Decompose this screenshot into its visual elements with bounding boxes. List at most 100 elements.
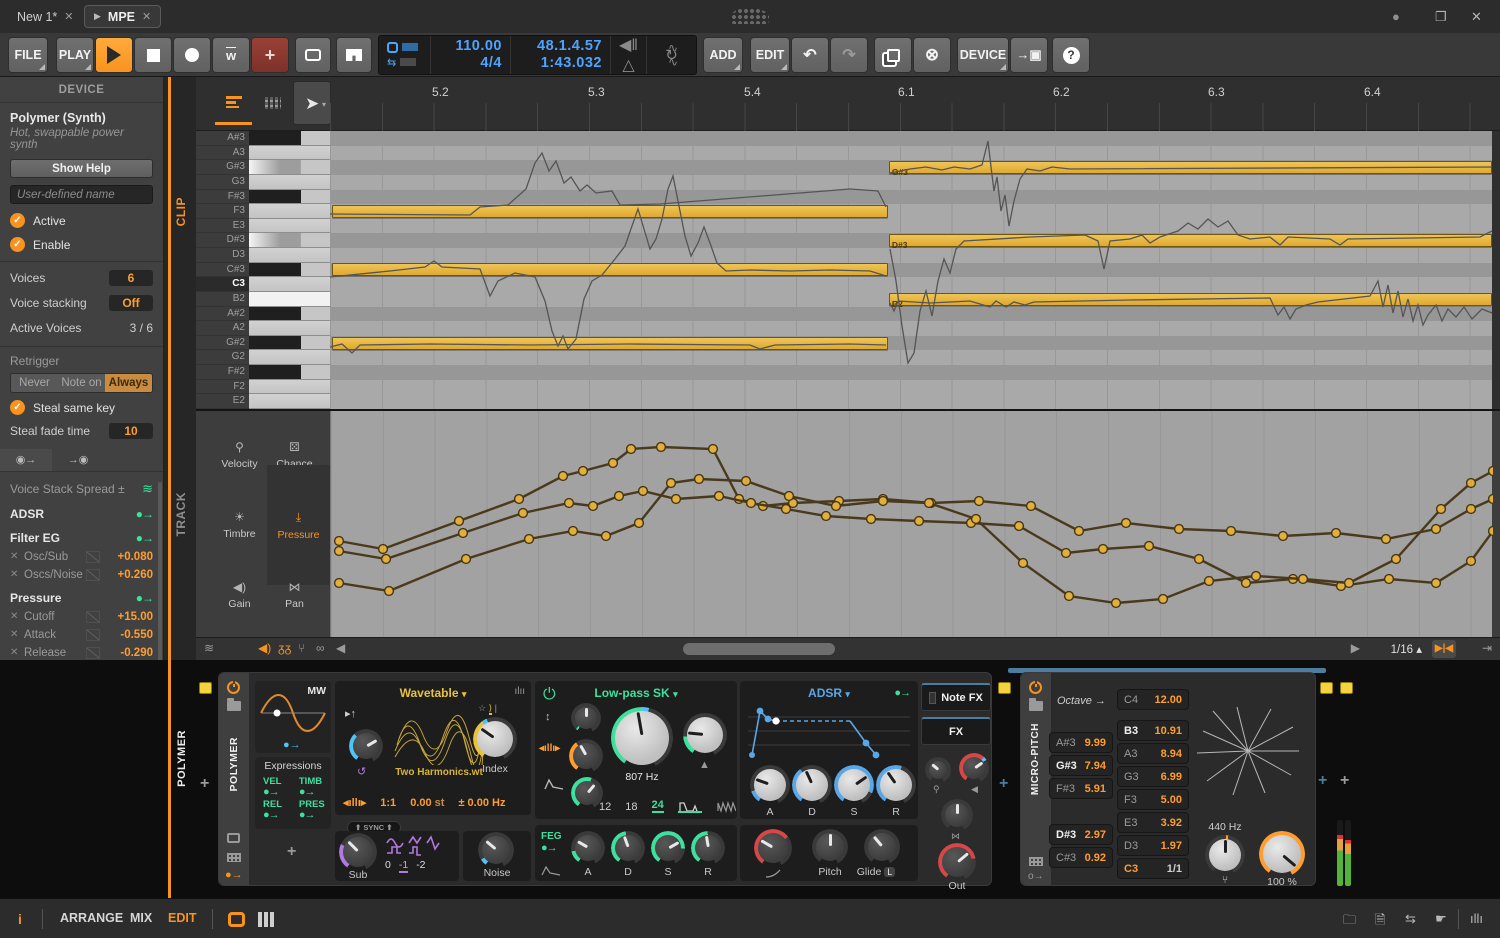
mod-amount-value[interactable]: +0.260 — [105, 569, 153, 581]
sub-octave-selector[interactable]: 0 -1 -2 — [385, 859, 426, 873]
pitch-entry-C3[interactable]: C31/1 — [1117, 858, 1189, 879]
mix-knob[interactable] — [1259, 831, 1305, 877]
pointer-tool-button[interactable]: ➤▾ — [293, 81, 331, 125]
session-indicator-icon[interactable]: ● — [1392, 9, 1400, 24]
slope-icon-2[interactable] — [716, 801, 736, 813]
track-mode-tab[interactable]: TRACK — [174, 492, 188, 537]
expression-mod-timb[interactable]: TIMB●→ — [299, 777, 325, 798]
metronome-icon[interactable]: △ — [622, 55, 634, 75]
curve-icon[interactable] — [86, 569, 100, 581]
piano-key-row[interactable]: C3 — [196, 277, 330, 292]
power-icon[interactable] — [227, 681, 240, 694]
clip-launcher-record-button[interactable] — [295, 37, 331, 73]
env-s-knob[interactable] — [834, 765, 874, 805]
single-panel-layout-button[interactable] — [228, 912, 245, 927]
piano-key[interactable] — [249, 321, 330, 336]
note-fx-button[interactable]: Note FX — [921, 683, 991, 711]
play-menu-button[interactable]: PLAY — [56, 37, 94, 73]
edit-menu-button[interactable]: EDIT — [750, 37, 790, 73]
filter-keytrack-icon[interactable]: ◂ıllı▸ — [539, 743, 560, 754]
insert-device-button[interactable]: →▣ — [1010, 37, 1048, 73]
glide-sync-badge[interactable]: L — [884, 867, 895, 877]
index-knob[interactable] — [473, 717, 517, 761]
piano-key-row[interactable]: A#2 — [196, 307, 330, 322]
pan-lane-button[interactable]: ⋈Pan — [267, 569, 322, 621]
pitch-entry-C4[interactable]: C412.00 — [1117, 689, 1189, 710]
edit-view-tab[interactable]: EDIT — [168, 911, 196, 925]
piano-key[interactable] — [249, 277, 330, 292]
steal-same-key-checkbox[interactable]: ✓Steal same key — [10, 400, 153, 415]
track-name-label[interactable]: POLYMER — [176, 730, 188, 787]
file-menu-button[interactable]: FILE — [8, 37, 48, 73]
piano-key-row[interactable]: D#3 — [196, 233, 330, 248]
enable-checkbox[interactable]: ✓Enable — [10, 237, 153, 252]
pitch-glide-panel[interactable]: Pitch Glide L — [740, 825, 918, 881]
unison-icon[interactable]: ılıı — [514, 686, 525, 697]
redo-button[interactable]: ↷ — [830, 37, 868, 73]
pitch-entry-B3[interactable]: B310.91 — [1117, 720, 1189, 741]
overdub-button[interactable]: + — [251, 37, 289, 73]
sub-knob[interactable] — [339, 833, 377, 871]
file-icon[interactable]: 🗎 — [1375, 911, 1385, 933]
pitch-entry-F3[interactable]: F35.00 — [1117, 789, 1189, 810]
fill-mode-button[interactable] — [336, 37, 372, 73]
pitch-entry-G3[interactable]: G36.99 — [1117, 766, 1189, 787]
slope-icon-1[interactable] — [678, 801, 702, 813]
automation-write-button[interactable]: w — [212, 37, 250, 73]
filter-drive-knob[interactable] — [571, 703, 601, 733]
pitch-entry-A3[interactable]: A38.94 — [1117, 743, 1189, 764]
pressure-lane-area[interactable] — [330, 411, 1492, 639]
piano-key-row[interactable]: G#3 — [196, 160, 330, 175]
pressure-lane-button[interactable]: ⤓Pressure — [267, 465, 330, 585]
mod-arrow-icon[interactable]: ●→ — [136, 507, 153, 521]
pitch-entry-F#3[interactable]: F#35.91 — [1049, 778, 1113, 799]
piano-key[interactable] — [249, 336, 330, 351]
mod-amount-value[interactable]: +0.080 — [105, 551, 153, 563]
piano-key-row[interactable]: A#3 — [196, 131, 330, 146]
piano-key[interactable] — [249, 233, 330, 248]
env-s-knob[interactable] — [651, 831, 685, 865]
device-name-label[interactable]: MICRO-PITCH — [1030, 723, 1041, 795]
device-name-label[interactable]: POLYMER — [228, 737, 240, 791]
filter-env-icon[interactable] — [543, 777, 565, 791]
timeline-ruler[interactable]: 5.25.35.46.16.26.36.4 — [330, 77, 1492, 131]
piano-key-row[interactable]: D3 — [196, 248, 330, 263]
duplicate-button[interactable] — [874, 37, 912, 73]
mod-target-row[interactable]: ✕Attack-0.550 — [10, 627, 153, 642]
expression-mix-icon[interactable]: ᵹᵹ — [278, 641, 291, 655]
expression-mod-pres[interactable]: PRES●→ — [299, 800, 325, 821]
filter-keytrack-knob[interactable] — [569, 739, 603, 773]
note-link-icon[interactable]: ∞ — [316, 641, 325, 655]
voice-stacking-value[interactable]: Off — [109, 295, 153, 311]
env-r-knob[interactable] — [876, 765, 916, 805]
bend-curve-knob[interactable] — [754, 829, 792, 867]
piano-key[interactable] — [249, 263, 330, 278]
mod-amount-value[interactable]: +15.00 — [105, 611, 153, 623]
tempo-display[interactable]: 110.00 4/4 — [431, 36, 511, 74]
adsr-modulator-panel[interactable]: ADSR ▾ ●→ ADSR — [740, 681, 918, 819]
maximize-icon[interactable]: ❐ — [1435, 9, 1447, 25]
piano-key-row[interactable]: F#2 — [196, 365, 330, 380]
clip-mode-tab[interactable]: CLIP — [174, 197, 188, 226]
transport-modes[interactable]: ⇆ — [379, 36, 431, 74]
snap-toggle[interactable]: ▶|◀ — [1432, 640, 1456, 658]
grid-resolution-value[interactable]: 1/16 ▴ — [1391, 642, 1422, 656]
adsr-type-selector[interactable]: ADSR ▾ — [740, 686, 918, 700]
piano-key[interactable] — [249, 292, 330, 307]
mod-amount-value[interactable]: -0.550 — [105, 629, 153, 641]
active-checkbox[interactable]: ✓Active — [10, 213, 153, 228]
adsr-mod-route-icon[interactable]: ●→ — [894, 687, 910, 699]
mix-value[interactable]: 100 % — [1259, 876, 1305, 888]
project-tab[interactable]: New 1* ✕ — [8, 5, 83, 28]
piano-key-row[interactable]: A3 — [196, 146, 330, 161]
piano-key-row[interactable]: F2 — [196, 380, 330, 395]
piano-key-row[interactable]: G3 — [196, 175, 330, 190]
piano-key-row[interactable]: B2 — [196, 292, 330, 307]
remove-icon[interactable]: ✕ — [10, 647, 24, 658]
close-tab-icon[interactable]: ✕ — [142, 10, 151, 23]
pitch-entry-A#3[interactable]: A#39.99 — [1049, 732, 1113, 753]
noise-knob[interactable] — [478, 832, 514, 868]
piano-key-row[interactable]: E3 — [196, 219, 330, 234]
polymer-device[interactable]: POLYMER ●→ MW ●→ Expressions VEL●→TIMB●→… — [218, 672, 992, 886]
arrange-view-tab[interactable]: ARRANGE — [60, 911, 123, 925]
